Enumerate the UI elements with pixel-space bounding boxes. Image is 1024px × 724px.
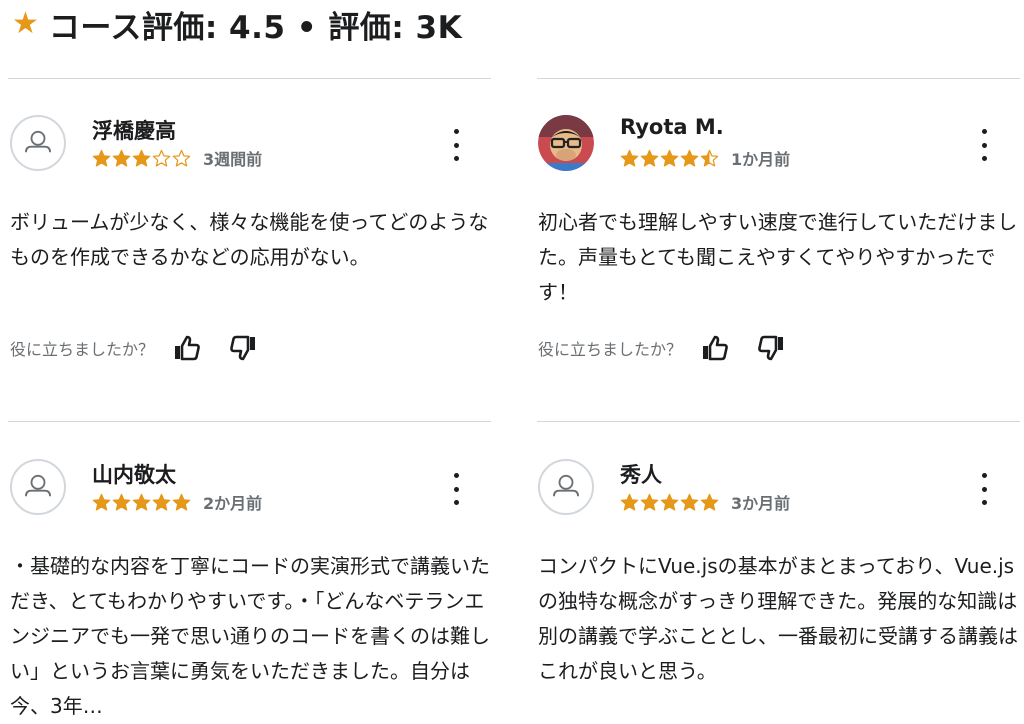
more-options-icon[interactable]	[446, 473, 466, 505]
more-options-icon[interactable]	[974, 473, 994, 505]
helpful-row: 役に立ちましたか？	[10, 333, 258, 363]
review-rating: 2か月前	[92, 490, 262, 514]
reviewer-name: 秀人	[620, 463, 662, 487]
divider	[537, 78, 1020, 79]
star-filled-icon	[132, 493, 151, 511]
review-time: 3か月前	[731, 494, 791, 513]
star-filled-icon	[640, 493, 659, 511]
star-filled-icon	[132, 149, 151, 167]
star-filled-icon	[112, 149, 131, 167]
default-user-icon	[10, 459, 66, 515]
star-empty-icon	[152, 149, 171, 167]
divider	[8, 421, 491, 422]
star-filled-icon	[680, 493, 699, 511]
reviewer-name: 浮橋慶高	[92, 119, 176, 143]
course-rating-title: コース評価: 4.5 • 評価: 3K	[48, 9, 463, 46]
review-time: 1か月前	[731, 150, 791, 169]
star-filled-icon	[112, 493, 131, 511]
star-filled-icon	[152, 493, 171, 511]
divider	[8, 78, 491, 79]
star-filled-icon	[660, 149, 679, 167]
review-rating: 1か月前	[620, 146, 790, 170]
user-photo-avatar	[538, 115, 594, 171]
review-text: 初心者でも理解しやすい速度で進行していただけました。声量もとても聞こえやすくてや…	[538, 210, 1018, 304]
star-filled-icon	[700, 493, 719, 511]
review-rating: 3か月前	[620, 490, 790, 514]
review-text: ・基礎的な内容を丁寧にコードの実演形式で講義いただき、とてもわかりやすいです。・…	[10, 554, 490, 718]
review-time: 2か月前	[203, 494, 263, 513]
star-rating	[620, 493, 719, 512]
review-text: ボリュームが少なく、様々な機能を使ってどのようなものを作成できるかなどの応用がな…	[10, 210, 489, 269]
star-filled-icon	[660, 493, 679, 511]
star-icon: ★	[12, 6, 39, 41]
review-text: コンパクトにVue.jsの基本がまとまっており、Vue.jsの独特な概念がすっき…	[538, 554, 1018, 683]
review-rating: 3週間前	[92, 146, 262, 170]
divider	[537, 421, 1020, 422]
thumbs-up-icon[interactable]	[700, 333, 730, 363]
reviewer-name: 山内敬太	[92, 463, 176, 487]
thumbs-down-icon[interactable]	[228, 333, 258, 363]
star-rating	[92, 493, 191, 512]
more-options-icon[interactable]	[446, 129, 466, 161]
star-filled-icon	[620, 149, 639, 167]
thumbs-up-icon[interactable]	[172, 333, 202, 363]
default-user-icon	[10, 115, 66, 171]
star-filled-icon	[172, 493, 191, 511]
helpful-row: 役に立ちましたか？	[538, 333, 786, 363]
star-rating	[620, 149, 719, 168]
star-filled-icon	[92, 493, 111, 511]
thumbs-down-icon[interactable]	[756, 333, 786, 363]
star-filled-icon	[640, 149, 659, 167]
helpful-question: 役に立ちましたか？	[538, 340, 683, 359]
star-filled-icon	[620, 493, 639, 511]
star-half-icon	[700, 149, 719, 167]
star-empty-icon	[172, 149, 191, 167]
star-rating	[92, 149, 191, 168]
review-time: 3週間前	[203, 150, 263, 169]
course-rating-header: ★ コース評価: 4.5 • 評価: 3K	[12, 4, 463, 46]
more-options-icon[interactable]	[974, 129, 994, 161]
star-filled-icon	[92, 149, 111, 167]
default-user-icon	[538, 459, 594, 515]
helpful-question: 役に立ちましたか？	[10, 340, 155, 359]
reviewer-name: Ryota M.	[620, 115, 724, 139]
star-filled-icon	[680, 149, 699, 167]
